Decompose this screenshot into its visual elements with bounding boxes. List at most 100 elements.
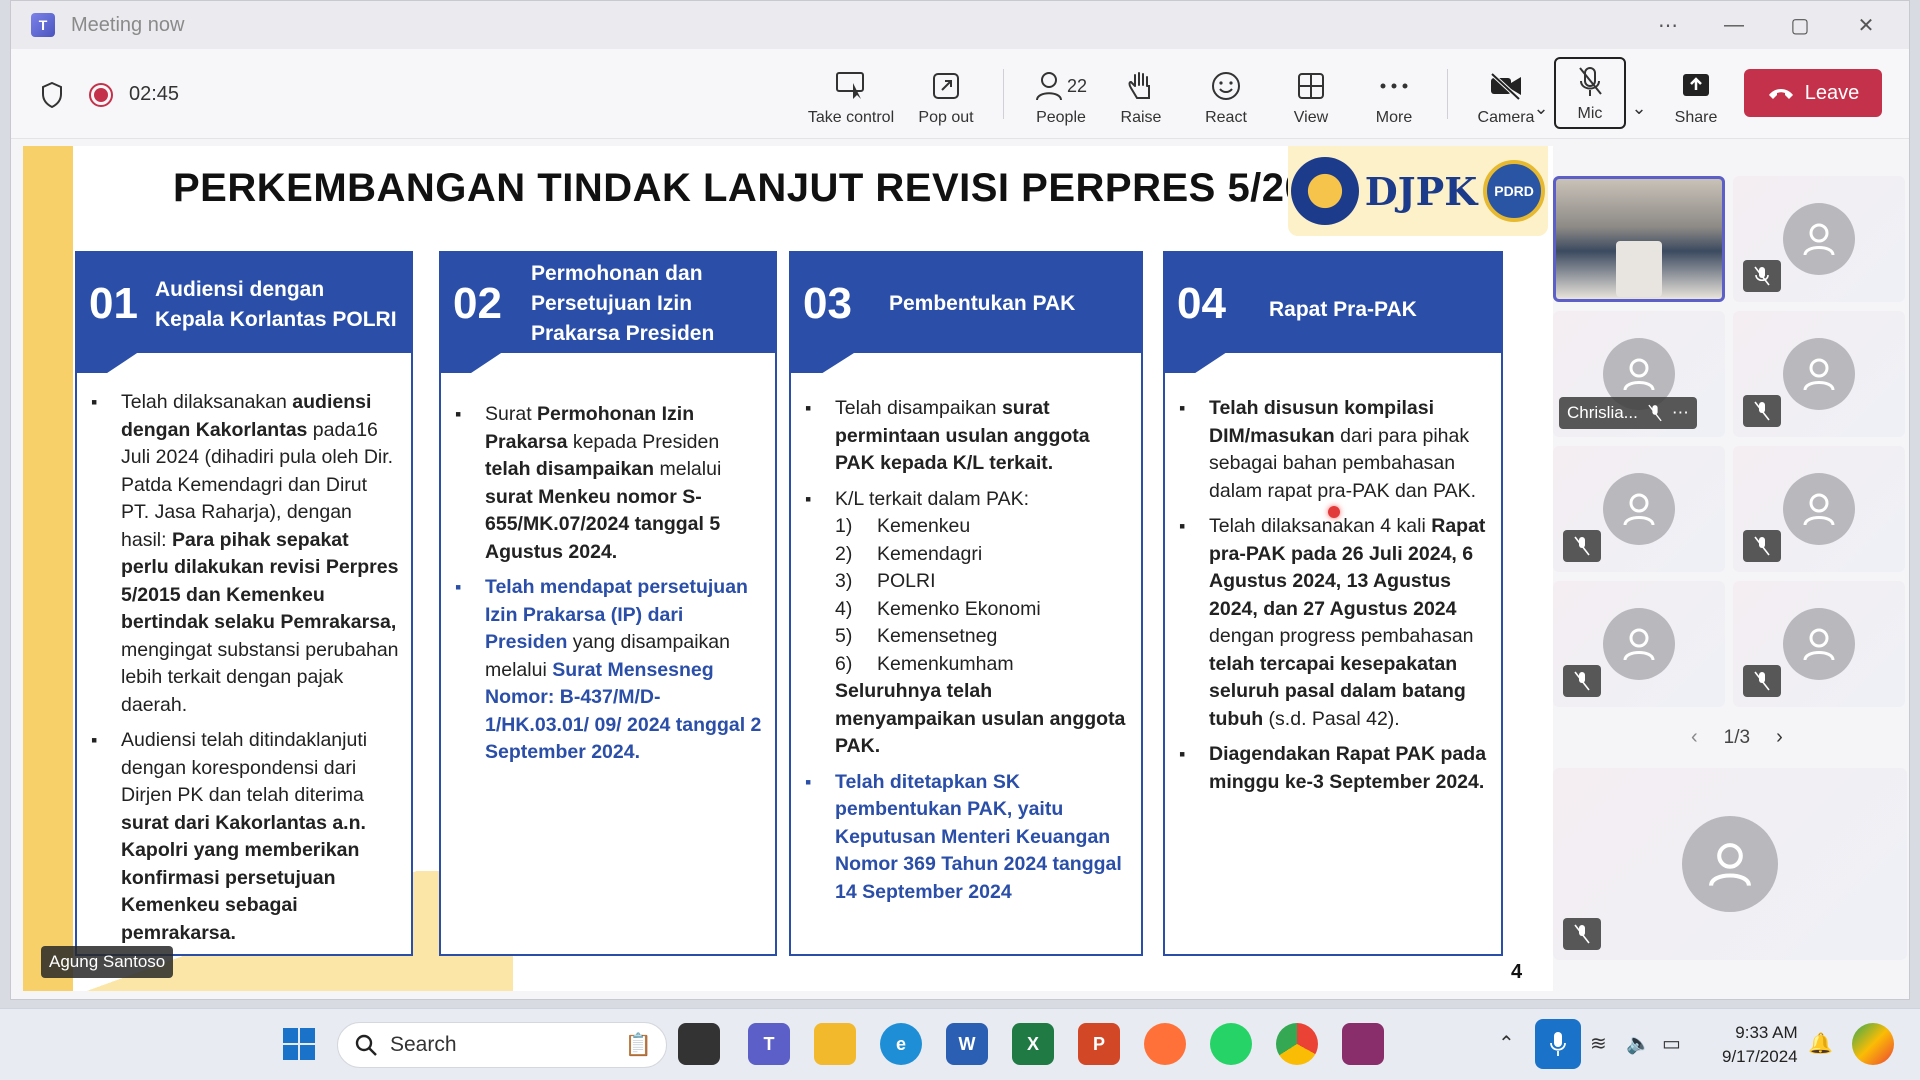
- react-button[interactable]: React: [1196, 61, 1256, 127]
- teams-window: T Meeting now ⋯ — ▢ ✕ 02:45 Take control…: [10, 0, 1910, 1000]
- card-body: Telah disusun kompilasi DIM/masukan dari…: [1179, 395, 1489, 804]
- title-bar: T Meeting now ⋯ — ▢ ✕: [11, 1, 1909, 49]
- chevron-left-icon[interactable]: ‹: [1691, 726, 1698, 749]
- more-dots-icon: [1377, 69, 1411, 103]
- take-control-button[interactable]: Take control: [801, 61, 901, 127]
- list-item: Telah mendapat persetujuan Izin Prakarsa…: [455, 574, 763, 767]
- firefox-browser-icon[interactable]: [1144, 1023, 1186, 1065]
- edge-browser-icon[interactable]: e: [880, 1023, 922, 1065]
- list-item: Audiensi telah ditindaklanjuti dengan ko…: [91, 727, 399, 947]
- meeting-toolbar: 02:45 Take control Pop out 22 People Rai…: [11, 49, 1909, 139]
- participant-tile-self[interactable]: [1553, 768, 1907, 960]
- wifi-icon[interactable]: ≋: [1590, 1031, 1607, 1056]
- list-item: Telah dilaksanakan 4 kali Rapat pra-PAK …: [1179, 513, 1489, 733]
- window-controls: ⋯ — ▢ ✕: [1635, 1, 1899, 49]
- card-body: Telah disampaikan surat permintaan usula…: [805, 395, 1129, 914]
- avatar-icon: [1603, 473, 1675, 545]
- mic-muted-icon: [1648, 404, 1662, 422]
- mic-button[interactable]: Mic: [1554, 57, 1626, 129]
- notification-bell-icon[interactable]: 🔔: [1808, 1031, 1833, 1056]
- more-options-icon[interactable]: ⋯: [1635, 13, 1701, 38]
- mic-in-use-icon[interactable]: [1535, 1019, 1581, 1069]
- avatar-icon: [1783, 338, 1855, 410]
- card-03: 03 Pembentukan PAK Telah disampaikan sur…: [789, 251, 1143, 956]
- system-clock[interactable]: 9:33 AM 9/17/2024: [1722, 1021, 1798, 1069]
- card-body: Surat Permohonan Izin Prakarsa kepada Pr…: [455, 401, 763, 775]
- participant-tile[interactable]: [1733, 446, 1905, 572]
- raise-hand-button[interactable]: Raise: [1111, 61, 1171, 127]
- windows-start-icon[interactable]: [278, 1023, 320, 1065]
- camera-options-chevron-icon[interactable]: ⌄: [1531, 79, 1551, 119]
- toolbar-divider: [1447, 69, 1448, 119]
- card-number: 03: [803, 279, 852, 328]
- windows-taskbar: Search 📋 T e W X P ⌃ ≋ 🔈 ▭ 9:33 AM 9/17/…: [0, 1008, 1920, 1080]
- participant-tile[interactable]: Chrislia... ⋯: [1553, 311, 1725, 437]
- card-02: 02 Permohonan dan Persetujuan Izin Praka…: [439, 251, 777, 956]
- whatsapp-app-icon[interactable]: [1210, 1023, 1252, 1065]
- avatar-icon: [1603, 608, 1675, 680]
- file-explorer-icon[interactable]: [814, 1023, 856, 1065]
- card-title: Audiensi dengan Kepala Korlantas POLRI: [155, 278, 397, 331]
- teams-logo-icon: T: [31, 13, 55, 37]
- participant-tile-room[interactable]: [1553, 176, 1725, 302]
- word-app-icon[interactable]: W: [946, 1023, 988, 1065]
- list-item: K/L terkait dalam PAK: 1)Kemenkeu 2)Keme…: [805, 486, 1129, 761]
- close-button[interactable]: ✕: [1833, 13, 1899, 38]
- logo-group: DJPK PDRD: [1288, 146, 1548, 236]
- slide-page-number: 4: [1511, 961, 1523, 983]
- card-title: Pembentukan PAK: [889, 292, 1076, 315]
- list-item: Telah disampaikan surat permintaan usula…: [805, 395, 1129, 478]
- more-button[interactable]: More: [1364, 61, 1424, 127]
- pop-out-button[interactable]: Pop out: [906, 61, 986, 127]
- slide-accent-left: [23, 146, 73, 991]
- battery-icon[interactable]: ▭: [1662, 1031, 1681, 1056]
- participant-tile[interactable]: [1553, 446, 1725, 572]
- phone-hangup-icon: [1768, 89, 1793, 99]
- participant-tile[interactable]: [1553, 581, 1725, 707]
- task-view-icon[interactable]: [678, 1023, 720, 1065]
- take-control-icon: [834, 69, 868, 103]
- minimize-button[interactable]: —: [1701, 14, 1767, 37]
- copilot-icon[interactable]: [1852, 1023, 1894, 1065]
- card-title: Permohonan dan Persetujuan Izin Prakarsa…: [531, 262, 715, 345]
- card-title: Rapat Pra-PAK: [1269, 298, 1417, 321]
- camera-off-icon: [1489, 69, 1523, 103]
- powerpoint-app-icon[interactable]: P: [1078, 1023, 1120, 1065]
- list-item: Diagendakan Rapat PAK pada minggu ke-3 S…: [1179, 741, 1489, 796]
- participant-tile[interactable]: [1733, 311, 1905, 437]
- card-header: 04 Rapat Pra-PAK: [1165, 253, 1501, 373]
- pdf-app-icon[interactable]: [1342, 1023, 1384, 1065]
- card-number: 02: [453, 279, 502, 328]
- list-item: Telah dilaksanakan audiensi dengan Kakor…: [91, 389, 399, 719]
- mic-muted-icon: [1743, 260, 1781, 292]
- toolbar-divider: [1003, 69, 1004, 119]
- more-dots-icon[interactable]: ⋯: [1672, 403, 1689, 423]
- excel-app-icon[interactable]: X: [1012, 1023, 1054, 1065]
- card-number: 01: [89, 279, 138, 328]
- maximize-button[interactable]: ▢: [1767, 13, 1833, 38]
- presenter-name-tag: Agung Santoso: [41, 946, 174, 978]
- card-04: 04 Rapat Pra-PAK Telah disusun kompilasi…: [1163, 251, 1503, 956]
- grid-icon: [1294, 69, 1328, 103]
- teams-app-icon[interactable]: T: [748, 1023, 790, 1065]
- card-header: 03 Pembentukan PAK: [791, 253, 1141, 373]
- search-icon: [355, 1034, 377, 1056]
- leave-button[interactable]: Leave: [1744, 69, 1882, 117]
- mic-options-chevron-icon[interactable]: ⌄: [1629, 79, 1649, 119]
- chevron-right-icon[interactable]: ›: [1776, 726, 1783, 749]
- shield-icon[interactable]: [41, 82, 63, 108]
- participant-tile[interactable]: [1733, 581, 1905, 707]
- pdrd-logo-icon: PDRD: [1483, 160, 1546, 222]
- list-item: Telah ditetapkan SK pembentukan PAK, yai…: [805, 769, 1129, 907]
- chevron-up-icon[interactable]: ⌃: [1498, 1031, 1515, 1056]
- avatar-icon: [1783, 608, 1855, 680]
- participant-tile[interactable]: [1733, 176, 1905, 302]
- view-button[interactable]: View: [1281, 61, 1341, 127]
- share-button[interactable]: Share: [1661, 61, 1731, 127]
- people-icon: 22: [1031, 69, 1091, 103]
- taskbar-search[interactable]: Search 📋: [337, 1022, 667, 1068]
- volume-icon[interactable]: 🔈: [1626, 1031, 1651, 1056]
- people-button[interactable]: 22 People: [1021, 61, 1101, 127]
- chrome-browser-icon[interactable]: [1276, 1023, 1318, 1065]
- laser-pointer: [1328, 506, 1340, 518]
